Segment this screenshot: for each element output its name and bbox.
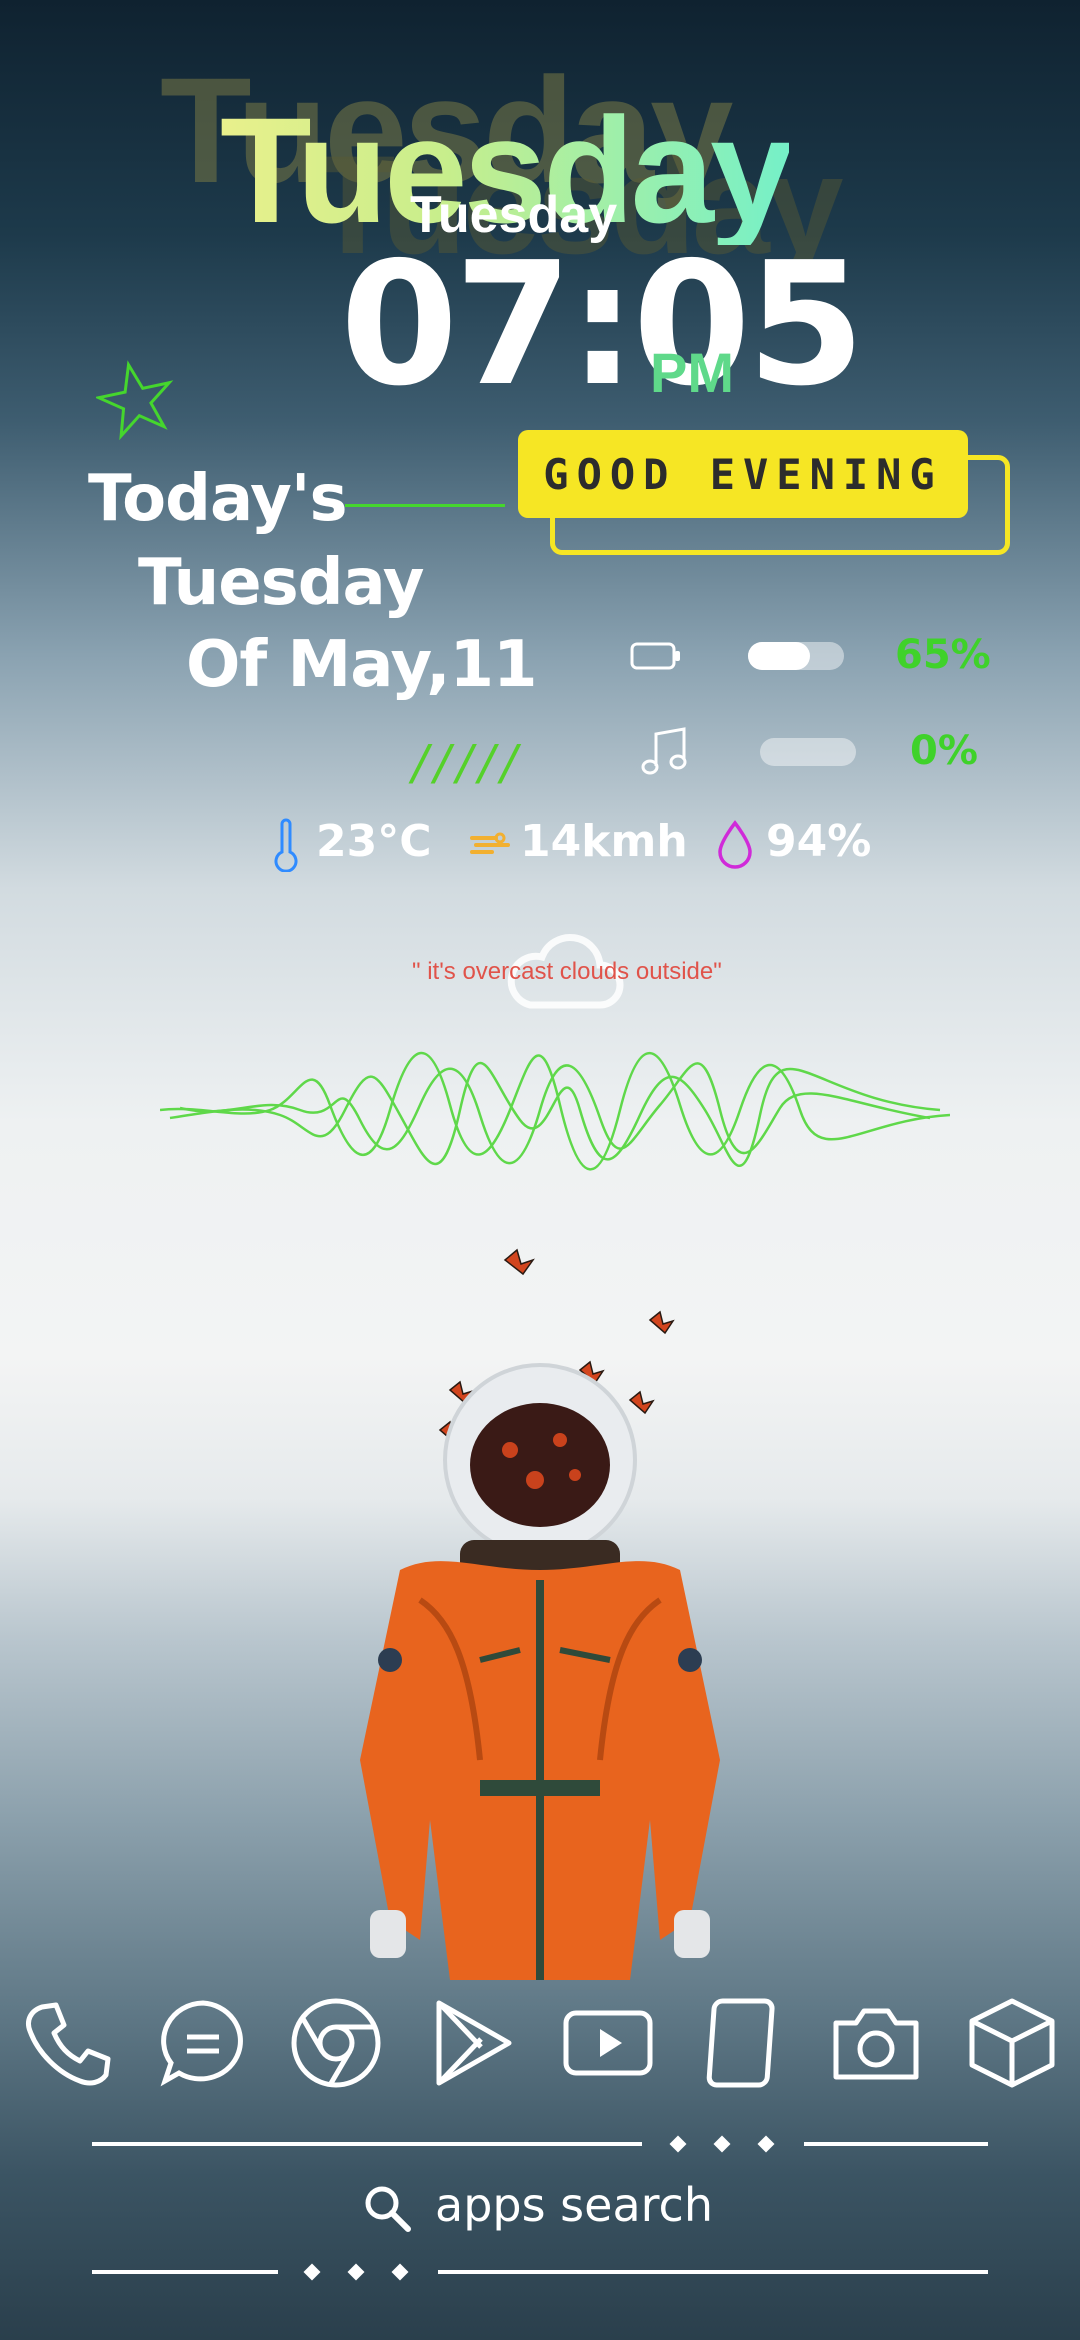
battery-icon [630,642,680,670]
messages-icon[interactable] [155,1995,251,2091]
battery-bar-fill [748,642,811,670]
decor-diamond [713,2135,731,2153]
astronaut-illustration [360,1248,720,1980]
search-icon[interactable] [362,2183,414,2235]
thermometer-icon [274,818,298,872]
music-note-icon [641,727,687,775]
camera-icon[interactable] [828,1995,924,2091]
greeting-badge: GOOD EVENING [518,430,968,518]
clock-time[interactable]: 07:05 [340,240,865,410]
tablet-icon[interactable] [695,1995,791,2091]
play-store-icon[interactable] [425,1995,521,2091]
decor-diamond [391,2263,409,2281]
chrome-icon[interactable] [288,1995,384,2091]
phone-icon[interactable] [20,1995,116,2091]
decor-diamond [757,2135,775,2153]
date-line-1: Today's [88,462,348,536]
star-icon [96,360,174,440]
wind-icon [470,832,510,854]
wind-value: 14kmh [520,816,688,867]
music-bar [760,738,856,766]
humidity-value: 94% [766,816,872,867]
search-rule-bottom-left [92,2270,278,2274]
apps-search-button[interactable]: apps search [435,2178,713,2232]
search-rule-top-right [804,2142,988,2146]
search-rule-bottom-right [438,2270,988,2274]
battery-bar [748,642,844,670]
date-line-3: Of May,11 [186,628,538,702]
decor-diamond [347,2263,365,2281]
temperature-value: 23°C [316,816,432,867]
audio-waveform [160,1051,950,1171]
decor-diamond [303,2263,321,2281]
search-rule-top-left [92,2142,642,2146]
date-line-2: Tuesday [138,546,424,620]
decor-slashes: ///// [412,735,523,791]
droplet-icon [718,820,752,869]
music-percent: 0% [910,728,978,774]
youtube-icon[interactable] [560,1995,656,2091]
box-icon[interactable] [964,1995,1060,2091]
weather-quote: " it's overcast clouds outside" [412,958,722,985]
clock-ampm: PM [650,341,734,404]
divider-line [345,504,505,507]
decor-diamond [669,2135,687,2153]
battery-percent: 65% [895,632,991,678]
